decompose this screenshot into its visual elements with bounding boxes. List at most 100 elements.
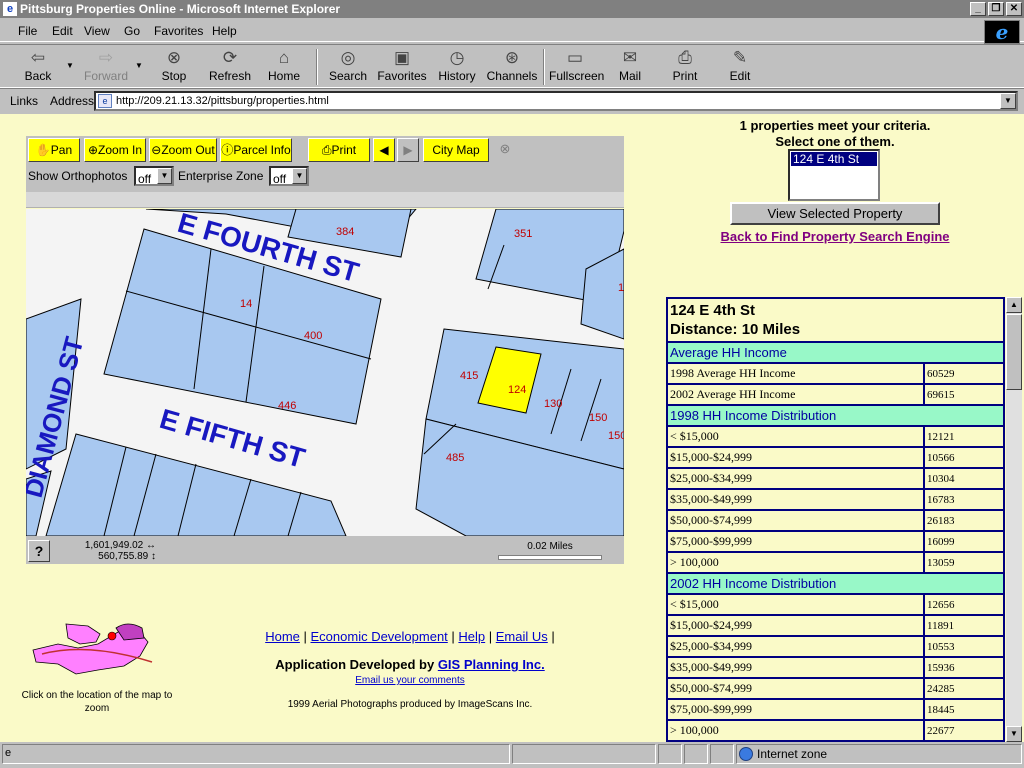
table-row: > 100,000 13059 (667, 552, 1004, 573)
previous-extent-button[interactable]: ◀ (373, 138, 395, 162)
parcel-label: 485 (446, 452, 464, 464)
property-listbox[interactable]: 124 E 4th St (788, 149, 880, 201)
developer-prefix: Application Developed by (275, 657, 435, 672)
address-bar: Links Address e http://209.21.13.32/pitt… (0, 88, 1024, 112)
restore-button[interactable]: ❐ (988, 2, 1004, 16)
ie-page-icon: e (3, 2, 17, 16)
map-print-button[interactable]: ⎙Print (308, 138, 370, 162)
back-label: Back (24, 69, 52, 83)
footer-link-help[interactable]: Help (458, 629, 485, 644)
parcel-map-svg[interactable]: E FOURTH ST E FIFTH ST DIAMOND ST 384 35… (26, 209, 624, 536)
print-label: Print (672, 69, 698, 83)
footer-link-home[interactable]: Home (265, 629, 300, 644)
status-text-cell: e (2, 744, 510, 764)
footer-link-economic-development[interactable]: Economic Development (311, 629, 448, 644)
favorites-button[interactable]: ▣ Favorites (376, 47, 428, 87)
menu-file[interactable]: File (18, 24, 37, 38)
table-row: $35,000-$49,999 15936 (667, 657, 1004, 678)
row-label: $50,000-$74,999 (667, 678, 924, 699)
view-selected-property-button[interactable]: View Selected Property (730, 202, 940, 225)
edit-button[interactable]: ✎ Edit (714, 47, 766, 87)
refresh-button[interactable]: ⟳ Refresh (204, 47, 256, 87)
links-label[interactable]: Links (10, 94, 38, 108)
footer-link-email-us[interactable]: Email Us (496, 629, 548, 644)
back-dropdown-icon[interactable]: ▼ (66, 61, 74, 70)
globe-icon (739, 747, 753, 761)
city-map-button[interactable]: City Map (423, 138, 489, 162)
right-arrow-icon: ▶ (403, 143, 413, 157)
horizontal-arrows-icon: ↔ (146, 540, 156, 551)
zoom-in-icon: ⊕ (87, 143, 99, 157)
back-arrow-icon: ⇦ (30, 48, 46, 67)
city-locator-map[interactable] (28, 620, 158, 680)
channels-label: Channels (486, 69, 538, 83)
row-value: 10566 (924, 447, 1004, 468)
locator-map-svg[interactable] (28, 620, 158, 680)
menu-view[interactable]: View (84, 24, 110, 38)
forward-button[interactable]: ⇨ Forward (80, 47, 132, 87)
menu-favorites[interactable]: Favorites (154, 24, 203, 38)
table-row: $35,000-$49,999 16783 (667, 489, 1004, 510)
address-input[interactable]: e http://209.21.13.32/pittsburg/properti… (94, 91, 1018, 111)
page-icon: e (98, 94, 112, 108)
minimize-button[interactable]: _ (970, 2, 986, 16)
developer-link[interactable]: GIS Planning Inc. (438, 657, 545, 672)
menu-edit[interactable]: Edit (52, 24, 73, 38)
address-dropdown-icon[interactable]: ▼ (1000, 93, 1016, 109)
scroll-thumb[interactable] (1006, 314, 1022, 390)
info-icon: ⓘ (221, 143, 234, 157)
stop-button[interactable]: ⊗ Stop (148, 47, 200, 87)
history-button[interactable]: ◷ History (431, 47, 483, 87)
map-status-bar: ? 1,601,949.02 ↔ 560,755.89 ↕ 0.02 Miles (26, 536, 624, 564)
section-heading: 1998 HH Income Distribution (667, 405, 1004, 426)
hand-icon: ✋ (35, 143, 51, 157)
row-label: 2002 Average HH Income (667, 384, 924, 405)
developer-credit: Application Developed by GIS Planning In… (220, 657, 600, 672)
row-label: > 100,000 (667, 552, 924, 573)
row-label: < $15,000 (667, 594, 924, 615)
orthophotos-value: off (138, 172, 152, 186)
security-zone-label: Internet zone (757, 747, 828, 761)
fullscreen-button[interactable]: ▭ Fullscreen (549, 47, 604, 87)
table-row: $50,000-$74,999 26183 (667, 510, 1004, 531)
favorites-label: Favorites (377, 69, 427, 83)
stop-label: Stop (161, 69, 187, 83)
row-value: 18445 (924, 699, 1004, 720)
map-help-button[interactable]: ? (28, 540, 50, 562)
close-button[interactable]: ✕ (1006, 2, 1022, 16)
ie-logo-icon: e (984, 20, 1020, 44)
zoom-out-button[interactable]: ⊖Zoom Out (149, 138, 217, 162)
map-toolbar: ✋Pan ⊕Zoom In ⊖Zoom Out ⓘParcel Info ⎙Pr… (26, 136, 624, 192)
status-progress-cell (512, 744, 656, 764)
back-to-search-link[interactable]: Back to Find Property Search Engine (690, 229, 980, 244)
pan-button[interactable]: ✋Pan (28, 138, 80, 162)
table-row: $15,000-$24,999 11891 (667, 615, 1004, 636)
details-scrollbar[interactable]: ▲ ▼ (1006, 297, 1022, 742)
parcel-label: 400 (304, 330, 322, 342)
property-option-selected[interactable]: 124 E 4th St (791, 152, 877, 166)
print-button[interactable]: ⎙ Print (659, 47, 711, 87)
table-row: > 100,000 22677 (667, 720, 1004, 741)
menu-go[interactable]: Go (124, 24, 140, 38)
zoom-in-button[interactable]: ⊕Zoom In (84, 138, 146, 162)
email-comments-link[interactable]: Email us your comments (355, 675, 464, 686)
scroll-up-icon[interactable]: ▲ (1006, 297, 1022, 313)
forward-arrow-icon: ⇨ (98, 48, 114, 67)
menu-help[interactable]: Help (212, 24, 237, 38)
parcel-info-button[interactable]: ⓘParcel Info (220, 138, 292, 162)
table-row: $50,000-$74,999 24285 (667, 678, 1004, 699)
row-label: $35,000-$49,999 (667, 657, 924, 678)
home-button[interactable]: ⌂ Home (258, 47, 310, 87)
channels-button[interactable]: ⊛ Channels (486, 47, 538, 87)
left-arrow-icon: ◀ (379, 143, 389, 157)
scroll-down-icon[interactable]: ▼ (1006, 726, 1022, 742)
mail-button[interactable]: ✉ Mail (604, 47, 656, 87)
orthophotos-select[interactable]: off ▼ (134, 166, 174, 186)
clear-icon[interactable]: ⊗ (494, 138, 516, 162)
back-button[interactable]: ⇦ Back (12, 47, 64, 87)
search-button[interactable]: ◎ Search (322, 47, 374, 87)
parcel-map[interactable]: E FOURTH ST E FIFTH ST DIAMOND ST 384 35… (26, 209, 624, 536)
forward-dropdown-icon[interactable]: ▼ (135, 61, 143, 70)
enterprise-zone-select[interactable]: off ▼ (269, 166, 309, 186)
next-extent-button[interactable]: ▶ (397, 138, 419, 162)
